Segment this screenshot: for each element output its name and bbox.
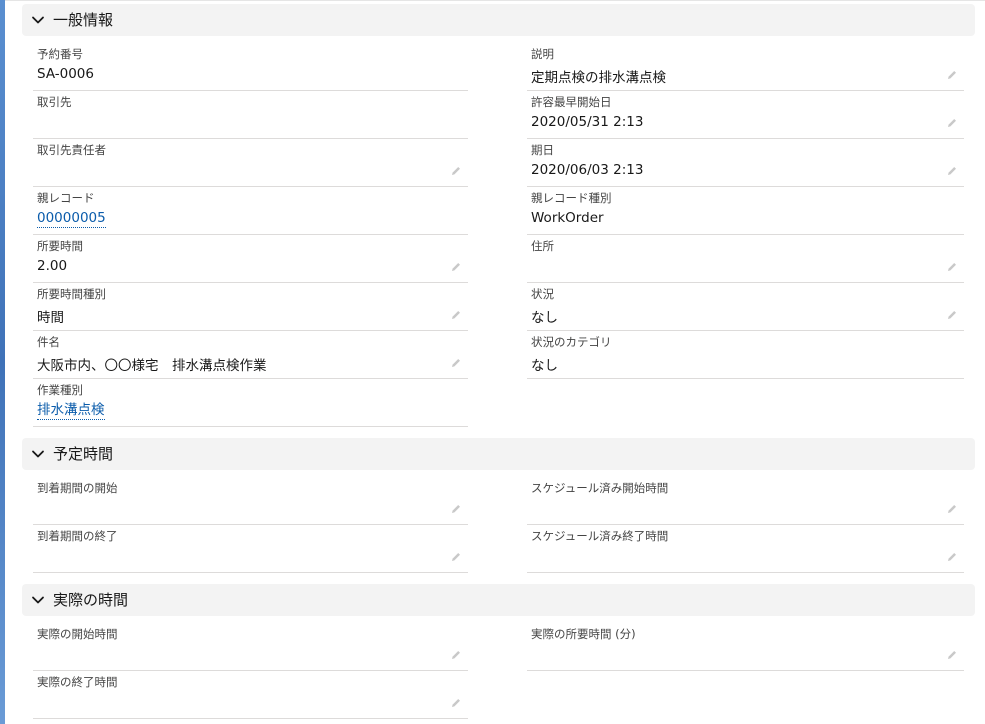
pencil-icon[interactable]: [450, 697, 462, 709]
field-subject: 件名 大阪市内、〇〇様宅 排水溝点検作業: [33, 333, 468, 379]
field-scheduled-end: スケジュール済み終了時間: [527, 527, 964, 573]
top-divider: [5, 0, 985, 1]
field-address: 住所: [527, 237, 964, 283]
field-value: 2020/06/03 2:13: [531, 162, 644, 178]
section-title: 一般情報: [53, 11, 114, 29]
field-description: 説明 定期点検の排水溝点検: [527, 45, 964, 91]
field-account: 取引先: [33, 93, 468, 139]
pencil-icon[interactable]: [450, 649, 462, 661]
field-label: 状況のカテゴリ: [531, 335, 612, 349]
field-label: スケジュール済み開始時間: [531, 481, 669, 495]
field-label: 住所: [531, 239, 554, 253]
field-value: SA-0006: [37, 66, 94, 82]
field-label: 到着期間の終了: [37, 529, 118, 543]
field-arrival-window-start: 到着期間の開始: [33, 479, 468, 525]
field-label: 状況: [531, 287, 554, 301]
field-actual-end: 実際の終了時間: [33, 673, 468, 719]
field-value: 時間: [37, 310, 64, 326]
field-actual-duration: 実際の所要時間 (分): [527, 625, 964, 671]
section-title: 予定時間: [53, 445, 114, 463]
left-edge-strip: [0, 0, 5, 724]
pencil-icon[interactable]: [450, 309, 462, 321]
pencil-icon[interactable]: [946, 117, 958, 129]
pencil-icon[interactable]: [946, 69, 958, 81]
field-label: 実際の終了時間: [37, 675, 118, 689]
field-actual-start: 実際の開始時間: [33, 625, 468, 671]
field-value: 2020/05/31 2:13: [531, 114, 644, 130]
field-due-date: 期日 2020/06/03 2:13: [527, 141, 964, 187]
field-value: なし: [531, 358, 558, 374]
field-label: 所要時間種別: [37, 287, 106, 301]
pencil-icon[interactable]: [450, 261, 462, 273]
section-header-scheduled-time[interactable]: 予定時間: [22, 438, 975, 470]
pencil-icon[interactable]: [450, 503, 462, 515]
field-earliest-start: 許容最早開始日 2020/05/31 2:13: [527, 93, 964, 139]
field-label: 所要時間: [37, 239, 83, 253]
field-label: 期日: [531, 143, 554, 157]
field-label: 実際の開始時間: [37, 627, 118, 641]
parent-record-link[interactable]: 00000005: [37, 210, 106, 228]
field-label: 説明: [531, 47, 554, 61]
field-label: 親レコード種別: [531, 191, 612, 205]
field-value: 大阪市内、〇〇様宅 排水溝点検作業: [37, 358, 267, 374]
field-parent-record-type: 親レコード種別 WorkOrder: [527, 189, 964, 235]
field-value: なし: [531, 310, 558, 326]
pencil-icon[interactable]: [946, 309, 958, 321]
pencil-icon[interactable]: [946, 551, 958, 563]
field-status-category: 状況のカテゴリ なし: [527, 333, 964, 379]
field-value: 2.00: [37, 258, 68, 274]
field-value: WorkOrder: [531, 210, 604, 226]
field-parent-record: 親レコード 00000005: [33, 189, 468, 235]
field-label: 許容最早開始日: [531, 95, 612, 109]
work-type-link[interactable]: 排水溝点検: [37, 402, 105, 420]
field-status: 状況 なし: [527, 285, 964, 331]
field-duration: 所要時間 2.00: [33, 237, 468, 283]
pencil-icon[interactable]: [946, 649, 958, 661]
field-value: 定期点検の排水溝点検: [531, 70, 666, 86]
pencil-icon[interactable]: [450, 357, 462, 369]
field-booking-number: 予約番号 SA-0006: [33, 45, 468, 91]
field-work-type: 作業種別 排水溝点検: [33, 381, 468, 427]
chevron-down-icon[interactable]: [31, 447, 45, 461]
field-label: 到着期間の開始: [37, 481, 118, 495]
field-label: 実際の所要時間 (分): [531, 627, 636, 641]
field-label: スケジュール済み終了時間: [531, 529, 669, 543]
pencil-icon[interactable]: [450, 551, 462, 563]
field-scheduled-start: スケジュール済み開始時間: [527, 479, 964, 525]
pencil-icon[interactable]: [450, 165, 462, 177]
section-header-actual-time[interactable]: 実際の時間: [22, 584, 975, 616]
field-label: 親レコード: [37, 191, 95, 205]
pencil-icon[interactable]: [946, 165, 958, 177]
field-label: 取引先責任者: [37, 143, 106, 157]
section-header-general[interactable]: 一般情報: [22, 4, 975, 36]
pencil-icon[interactable]: [946, 261, 958, 273]
pencil-icon[interactable]: [946, 503, 958, 515]
field-contact: 取引先責任者: [33, 141, 468, 187]
field-label: 作業種別: [37, 383, 83, 397]
field-duration-type: 所要時間種別 時間: [33, 285, 468, 331]
field-label: 件名: [37, 335, 60, 349]
field-label: 取引先: [37, 95, 72, 109]
field-arrival-window-end: 到着期間の終了: [33, 527, 468, 573]
field-label: 予約番号: [37, 47, 83, 61]
chevron-down-icon[interactable]: [31, 13, 45, 27]
chevron-down-icon[interactable]: [31, 593, 45, 607]
section-title: 実際の時間: [53, 591, 129, 609]
